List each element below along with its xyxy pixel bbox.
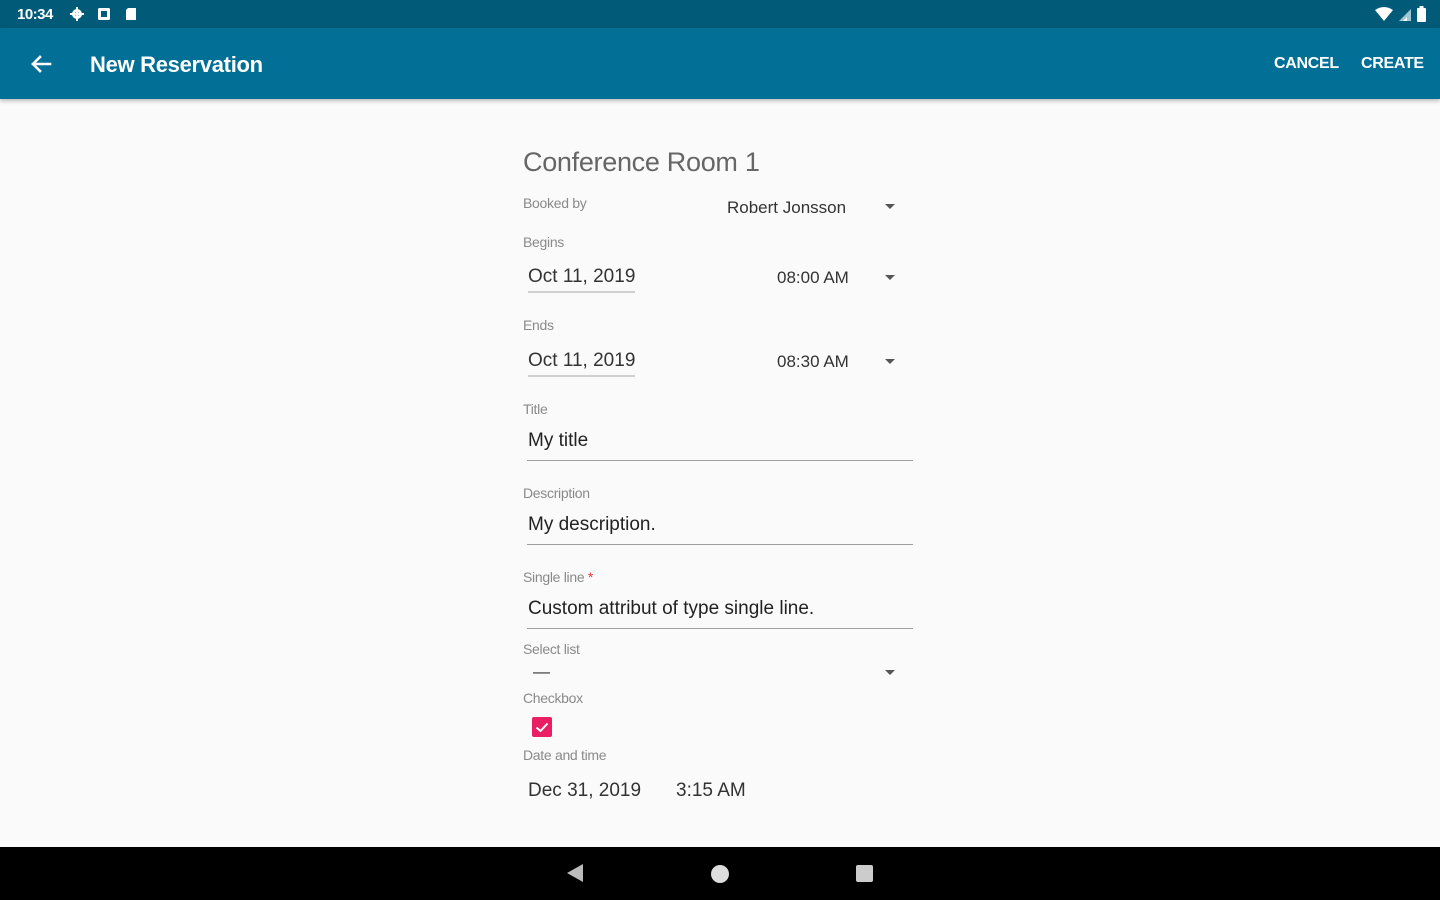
checkbox-label: Checkbox bbox=[523, 690, 583, 706]
select-list-spinner[interactable]: — bbox=[523, 662, 907, 684]
select-list-value: — bbox=[533, 662, 550, 681]
single-line-input[interactable] bbox=[527, 598, 913, 620]
ends-date-picker[interactable]: Oct 11, 2019 bbox=[528, 350, 636, 377]
nav-back-icon[interactable] bbox=[567, 864, 583, 882]
begins-time-spinner[interactable]: 08:00 AM bbox=[777, 267, 907, 289]
ends-time-value: 08:30 AM bbox=[777, 352, 849, 371]
reservation-form: Conference Room 1 Booked by Robert Jonss… bbox=[523, 99, 923, 847]
nav-recents-icon[interactable] bbox=[856, 865, 873, 882]
description-field[interactable] bbox=[527, 511, 913, 545]
date-and-time-time[interactable]: 3:15 AM bbox=[676, 780, 746, 802]
begins-date-picker[interactable]: Oct 11, 2019 bbox=[528, 266, 636, 293]
create-button[interactable]: CREATE bbox=[1361, 55, 1424, 73]
booked-by-spinner[interactable]: Robert Jonsson bbox=[727, 196, 907, 218]
battery-icon bbox=[1417, 6, 1426, 22]
single-line-label-text: Single line bbox=[523, 569, 585, 585]
cancel-button[interactable]: CANCEL bbox=[1274, 55, 1339, 73]
nav-home-icon[interactable] bbox=[711, 865, 729, 883]
booked-by-label: Booked by bbox=[523, 195, 587, 211]
signal-icon bbox=[1399, 9, 1411, 21]
dropdown-arrow-icon bbox=[885, 275, 895, 280]
required-marker: * bbox=[587, 569, 594, 585]
page-title: New Reservation bbox=[90, 52, 263, 77]
single-line-label: Single line * bbox=[523, 569, 593, 585]
date-and-time-date[interactable]: Dec 31, 2019 bbox=[528, 780, 641, 802]
status-time: 10:34 bbox=[17, 6, 53, 23]
status-bar: 10:34 bbox=[0, 0, 1440, 28]
title-input[interactable] bbox=[527, 430, 913, 452]
description-input[interactable] bbox=[527, 514, 913, 536]
room-name: Conference Room 1 bbox=[523, 147, 760, 177]
sd-card-icon bbox=[126, 8, 136, 20]
app-bar: New Reservation CANCEL CREATE bbox=[0, 28, 1440, 99]
ends-time-spinner[interactable]: 08:30 AM bbox=[777, 351, 907, 373]
square-icon bbox=[98, 8, 110, 20]
begins-time-value: 08:00 AM bbox=[777, 268, 849, 287]
arrow-left-icon[interactable] bbox=[26, 49, 56, 79]
checkbox[interactable] bbox=[532, 717, 552, 737]
ends-label: Ends bbox=[523, 317, 554, 333]
begins-label: Begins bbox=[523, 234, 565, 250]
title-label: Title bbox=[523, 401, 548, 417]
wifi-icon bbox=[1375, 7, 1393, 21]
status-right-icons bbox=[1375, 6, 1426, 22]
check-icon bbox=[535, 722, 549, 733]
dropdown-arrow-icon bbox=[885, 670, 895, 675]
description-label: Description bbox=[523, 485, 590, 501]
single-line-field[interactable] bbox=[527, 595, 913, 629]
dropdown-arrow-icon bbox=[885, 204, 895, 209]
date-and-time-label: Date and time bbox=[523, 747, 607, 763]
gear-icon bbox=[70, 7, 84, 21]
booked-by-value: Robert Jonsson bbox=[727, 198, 847, 217]
dropdown-arrow-icon bbox=[885, 359, 895, 364]
navigation-bar bbox=[0, 847, 1440, 900]
title-field[interactable] bbox=[527, 427, 913, 461]
select-list-label: Select list bbox=[523, 641, 580, 657]
